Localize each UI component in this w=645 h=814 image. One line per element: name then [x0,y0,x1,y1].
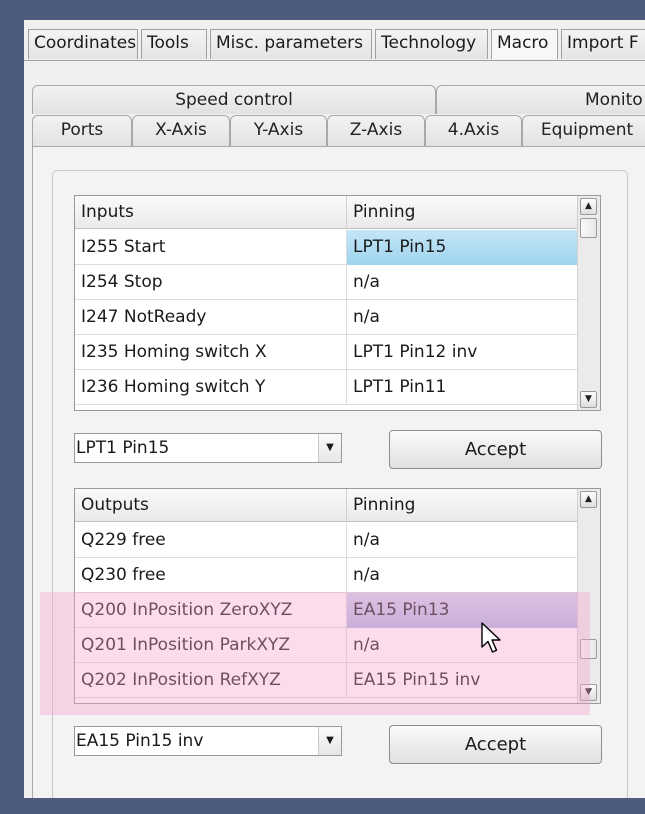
tab-import[interactable]: Import F [561,29,645,59]
outputs-column-header[interactable]: Outputs [75,489,347,522]
ports-group-box: Inputs Pinning I255 Start LPT1 Pin15 I25… [52,170,628,798]
inputs-scrollbar[interactable]: ▲ ▼ [577,196,600,410]
scroll-down-icon[interactable]: ▼ [580,391,597,408]
inputs-pin-select[interactable]: LPT1 Pin15 ▼ [74,433,342,463]
input-name-cell: I236 Homing switch Y [75,370,347,405]
tab-tools[interactable]: Tools [141,29,207,59]
dropdown-arrow-icon[interactable]: ▼ [318,727,341,755]
output-pin-cell: n/a [353,530,380,550]
inputs-column-header[interactable]: Inputs [75,196,347,229]
table-row[interactable]: I254 Stop n/a [75,265,577,300]
scroll-up-icon[interactable]: ▲ [580,491,597,508]
table-row[interactable]: I247 NotReady n/a [75,300,577,335]
input-pin-cell: n/a [353,272,380,292]
input-name-cell: I235 Homing switch X [75,335,347,370]
input-pin-cell: n/a [353,307,380,327]
input-name-cell: I247 NotReady [75,300,347,335]
tab-coordinates[interactable]: Coordinates [28,29,138,59]
outputs-pin-select-value: EA15 Pin15 inv [76,731,204,751]
inputs-table-header: Inputs Pinning [75,196,577,229]
table-row[interactable]: Q202 InPosition RefXYZ EA15 Pin15 inv [75,663,577,698]
output-name-cell: Q201 InPosition ParkXYZ [75,628,347,663]
tab-macro[interactable]: Macro [491,29,558,59]
pinning-column-header[interactable]: Pinning [347,196,577,229]
output-name-cell: Q229 free [75,523,347,558]
table-row[interactable]: I255 Start LPT1 Pin15 [75,230,577,265]
subtab-row-1: Speed control Monito [32,85,645,114]
tab-y-axis[interactable]: Y-Axis [230,115,327,146]
input-name-cell: I255 Start [75,230,347,265]
tab-misc-parameters[interactable]: Misc. parameters [210,29,372,59]
table-row[interactable]: I236 Homing switch Y LPT1 Pin11 [75,370,577,405]
scroll-down-icon[interactable]: ▼ [580,684,597,701]
input-pin-cell: LPT1 Pin12 inv [353,342,478,362]
output-pin-cell: EA15 Pin13 [347,593,577,628]
table-row[interactable]: Q230 free n/a [75,558,577,593]
output-name-cell: Q200 InPosition ZeroXYZ [75,593,347,628]
table-row[interactable]: Q229 free n/a [75,523,577,558]
pinning-column-header[interactable]: Pinning [347,489,577,522]
tab-x-axis[interactable]: X-Axis [132,115,230,146]
outputs-scrollbar[interactable]: ▲ ▼ [577,489,600,703]
tab-4-axis[interactable]: 4.Axis [425,115,522,146]
outputs-pin-select[interactable]: EA15 Pin15 inv ▼ [74,726,342,756]
input-pin-cell: LPT1 Pin11 [353,377,447,397]
subtab-row-2: Ports X-Axis Y-Axis Z-Axis 4.Axis Equipm… [32,115,645,146]
output-pin-cell: n/a [353,565,380,585]
inputs-accept-button[interactable]: Accept [389,430,602,469]
mouse-pointer-icon [481,622,501,653]
main-tab-bar: Coordinates Tools Misc. parameters Techn… [24,29,645,61]
scroll-up-icon[interactable]: ▲ [580,198,597,215]
tab-z-axis[interactable]: Z-Axis [327,115,425,146]
table-row[interactable]: I235 Homing switch X LPT1 Pin12 inv [75,335,577,370]
tab-speed-control[interactable]: Speed control [32,85,436,114]
tab-monitor[interactable]: Monito [436,85,645,114]
output-pin-cell: n/a [353,635,380,655]
tab-technology[interactable]: Technology [375,29,488,59]
outputs-table-header: Outputs Pinning [75,489,577,522]
dropdown-arrow-icon[interactable]: ▼ [318,434,341,462]
output-name-cell: Q202 InPosition RefXYZ [75,663,347,698]
input-pin-cell: LPT1 Pin15 [347,230,577,265]
input-name-cell: I254 Stop [75,265,347,300]
tab-ports[interactable]: Ports [32,115,132,146]
scrollbar-thumb[interactable] [580,218,597,238]
outputs-accept-button[interactable]: Accept [389,725,602,764]
scrollbar-thumb[interactable] [580,639,597,659]
ports-tab-content: Inputs Pinning I255 Start LPT1 Pin15 I25… [32,146,645,798]
tab-equipment[interactable]: Equipment [522,115,645,146]
output-pin-cell: EA15 Pin15 inv [353,670,481,690]
inputs-pin-select-value: LPT1 Pin15 [76,438,170,458]
output-name-cell: Q230 free [75,558,347,593]
settings-panel: Coordinates Tools Misc. parameters Techn… [24,20,645,798]
inputs-table[interactable]: Inputs Pinning I255 Start LPT1 Pin15 I25… [74,195,601,411]
outputs-table[interactable]: Outputs Pinning Q229 free n/a Q230 free … [74,488,601,704]
